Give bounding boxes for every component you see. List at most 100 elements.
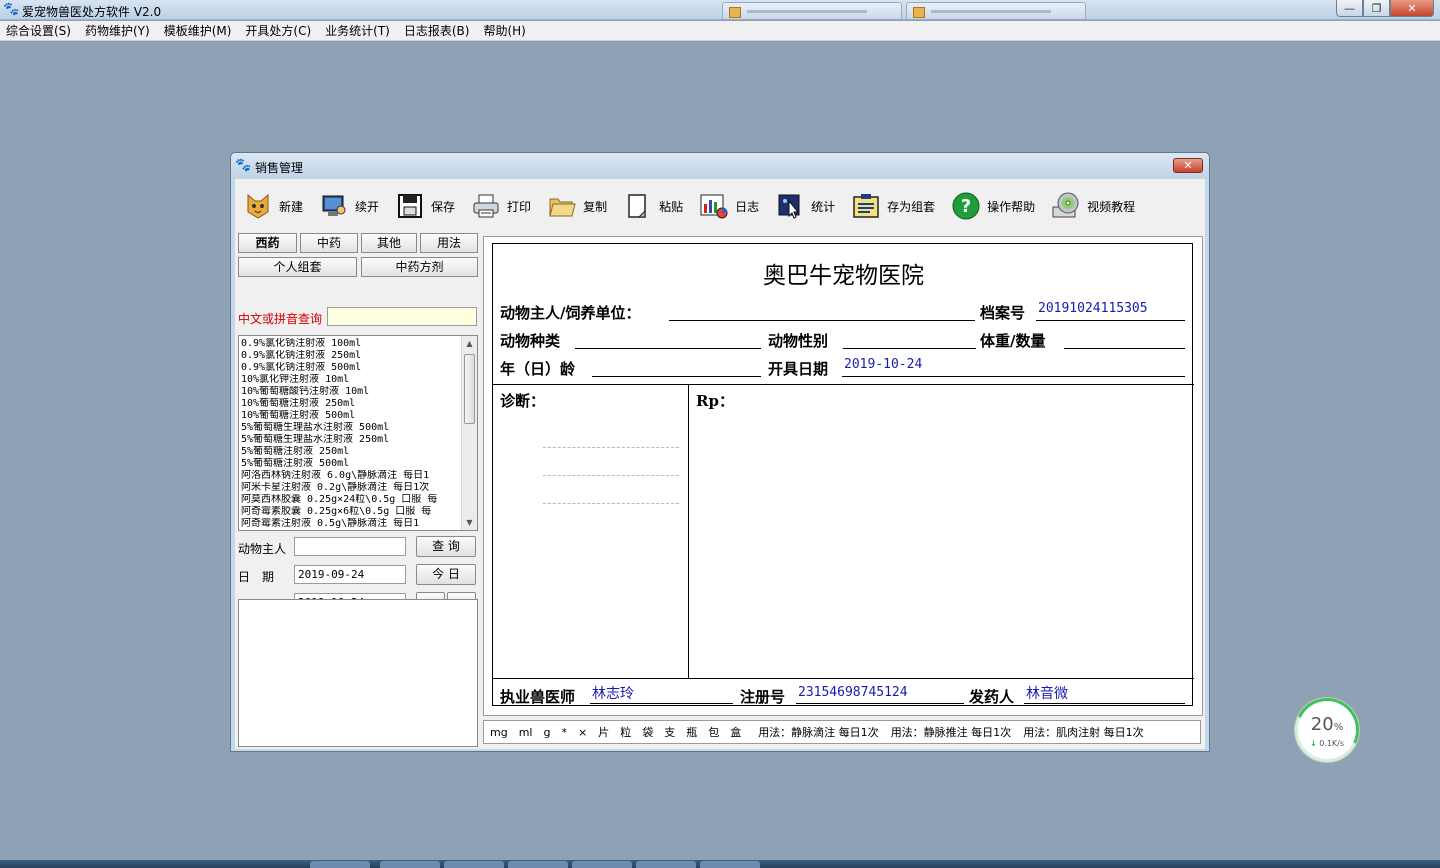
- drug-list-item[interactable]: 10%葡萄糖注射液 500ml: [241, 410, 461, 422]
- taskbar-item[interactable]: [572, 861, 632, 868]
- help-question-icon: ?: [951, 191, 981, 221]
- scroll-thumb[interactable]: [464, 354, 475, 424]
- close-button[interactable]: ✕: [1390, 0, 1434, 17]
- unit-mg[interactable]: mg: [490, 726, 508, 739]
- registration-value[interactable]: 23154698745124: [798, 685, 908, 700]
- menu-statistics[interactable]: 业务统计(T): [325, 22, 390, 39]
- drug-list-item[interactable]: 阿洛西林钠注射液 6.0g\静脉滴注 每日1: [241, 470, 461, 482]
- unit-vial[interactable]: 支: [664, 724, 675, 740]
- dialog-close-button[interactable]: ✕: [1173, 158, 1203, 173]
- network-monitor-widget[interactable]: 20% ↓ 0.1K/s: [1285, 688, 1369, 772]
- drug-list-item[interactable]: 阿莫西林胶囊 0.25g×24粒\0.5g 口服 每: [241, 494, 461, 506]
- registration-line: [796, 703, 964, 704]
- unit-bottle[interactable]: 瓶: [686, 724, 697, 740]
- statistics-button[interactable]: 统计: [775, 187, 835, 225]
- background-window-tab[interactable]: [906, 2, 1086, 20]
- menu-settings[interactable]: 综合设置(S): [6, 22, 71, 39]
- log-button[interactable]: 日志: [699, 187, 759, 225]
- unit-bag[interactable]: 袋: [642, 724, 653, 740]
- taskbar-item[interactable]: [444, 861, 504, 868]
- unit-capsule[interactable]: 粒: [620, 724, 631, 740]
- continue-button[interactable]: 续开: [319, 187, 379, 225]
- query-button[interactable]: 查 询: [416, 536, 476, 557]
- taskbar-item[interactable]: [310, 861, 370, 868]
- usage-iv-push[interactable]: 用法：静脉推注 每日1次: [891, 724, 1012, 740]
- menu-prescribe[interactable]: 开具处方(C): [245, 22, 311, 39]
- species-line[interactable]: [575, 348, 761, 349]
- taskbar-item[interactable]: [380, 861, 440, 868]
- drug-list-item[interactable]: 5%葡萄糖注射液 500ml: [241, 458, 461, 470]
- copy-button[interactable]: 复制: [547, 187, 607, 225]
- unit-pack[interactable]: 包: [708, 724, 719, 740]
- usage-intramuscular[interactable]: 用法：肌肉注射 每日1次: [1023, 724, 1144, 740]
- menu-log-report[interactable]: 日志报表(B): [404, 22, 470, 39]
- save-button[interactable]: 保存: [395, 187, 455, 225]
- tab-usage[interactable]: 用法: [420, 233, 478, 253]
- drug-list-item[interactable]: 10%氯化钾注射液 10ml: [241, 374, 461, 386]
- owner-input[interactable]: [294, 537, 406, 556]
- unit-tablet[interactable]: 片: [598, 724, 609, 740]
- tab-chinese-medicine[interactable]: 中药: [300, 233, 358, 253]
- taskbar-item[interactable]: [636, 861, 696, 868]
- file-number-value[interactable]: 20191024115305: [1038, 301, 1148, 316]
- tab-western-medicine[interactable]: 西药: [238, 233, 297, 253]
- drug-list-item[interactable]: 0.9%氯化钠注射液 250ml: [241, 350, 461, 362]
- unit-g[interactable]: g: [543, 726, 550, 739]
- drug-list-item[interactable]: 10%葡萄糖注射液 250ml: [241, 398, 461, 410]
- drug-list-item[interactable]: 阿奇霉素注射液 0.5g\静脉滴注 每日1: [241, 518, 461, 530]
- drug-list-item[interactable]: 0.9%氯化钠注射液 500ml: [241, 362, 461, 374]
- tab-other[interactable]: 其他: [361, 233, 417, 253]
- sales-management-dialog: 🐾 销售管理 ✕ 新建 续开 保存 打印 复制 粘贴 日志 统计 存为组套 ? …: [230, 152, 1210, 752]
- search-input[interactable]: [327, 307, 477, 326]
- dispenser-label: 发药人: [969, 688, 1015, 706]
- results-list[interactable]: [238, 599, 478, 747]
- paste-button[interactable]: 粘贴: [623, 187, 683, 225]
- vet-value[interactable]: 林志玲: [592, 683, 634, 703]
- menu-help[interactable]: 帮助(H): [483, 22, 525, 39]
- age-line[interactable]: [592, 376, 761, 377]
- menu-template-maintenance[interactable]: 模板维护(M): [164, 22, 232, 39]
- unit-ml[interactable]: ml: [519, 726, 533, 739]
- minimize-button[interactable]: —: [1336, 0, 1363, 17]
- print-button[interactable]: 打印: [471, 187, 531, 225]
- issue-date-value[interactable]: 2019-10-24: [844, 357, 922, 372]
- unit-box[interactable]: 盒: [730, 724, 741, 740]
- drug-list-item[interactable]: 阿米卡星注射液 0.2g\静脉滴注 每日1次: [241, 482, 461, 494]
- scroll-up-icon[interactable]: ▲: [462, 336, 477, 351]
- today-button[interactable]: 今 日: [416, 564, 476, 585]
- diagnosis-line[interactable]: [543, 503, 679, 504]
- new-button[interactable]: 新建: [243, 187, 303, 225]
- usage-iv-drip[interactable]: 用法：静脉滴注 每日1次: [758, 724, 879, 740]
- chinese-formula-button[interactable]: 中药方剂: [361, 257, 478, 277]
- dispenser-value[interactable]: 林音微: [1026, 683, 1068, 703]
- unit-times[interactable]: ×: [578, 726, 587, 739]
- weight-line[interactable]: [1064, 348, 1185, 349]
- drug-list-scrollbar[interactable]: ▲ ▼: [461, 336, 477, 530]
- taskbar-item[interactable]: [700, 861, 760, 868]
- date-from-input[interactable]: 2019-09-24: [294, 565, 406, 584]
- diagnosis-line[interactable]: [543, 447, 679, 448]
- operation-help-button[interactable]: ? 操作帮助: [951, 187, 1035, 225]
- drug-list-item[interactable]: 5%葡萄糖注射液 250ml: [241, 446, 461, 458]
- save-as-group-button[interactable]: 存为组套: [851, 187, 935, 225]
- video-tutorial-button[interactable]: 视频教程: [1051, 187, 1135, 225]
- drug-list-item[interactable]: 5%葡萄糖生理盐水注射液 500ml: [241, 422, 461, 434]
- menu-drug-maintenance[interactable]: 药物维护(Y): [85, 22, 150, 39]
- drug-list-item[interactable]: 5%葡萄糖生理盐水注射液 250ml: [241, 434, 461, 446]
- diagnosis-line[interactable]: [543, 475, 679, 476]
- owner-unit-line[interactable]: [669, 320, 975, 321]
- drug-list-item[interactable]: 0.9%氯化钠注射液 100ml: [241, 338, 461, 350]
- maximize-button[interactable]: ❐: [1363, 0, 1390, 17]
- background-window-tab[interactable]: [722, 2, 902, 20]
- computer-user-icon: [319, 191, 349, 221]
- personal-group-button[interactable]: 个人组套: [238, 257, 357, 277]
- drug-list-item[interactable]: 10%葡萄糖酸钙注射液 10ml: [241, 386, 461, 398]
- dialog-titlebar[interactable]: 🐾 销售管理 ✕: [231, 153, 1209, 179]
- scroll-down-icon[interactable]: ▼: [462, 515, 477, 530]
- network-percent: 20%: [1298, 714, 1356, 735]
- unit-star[interactable]: *: [561, 726, 567, 739]
- sex-line[interactable]: [843, 348, 976, 349]
- taskbar-item[interactable]: [508, 861, 568, 868]
- drug-list[interactable]: 0.9%氯化钠注射液 100ml 0.9%氯化钠注射液 250ml 0.9%氯化钠注…: [238, 335, 478, 531]
- drug-list-item[interactable]: 阿奇霉素胶囊 0.25g×6粒\0.5g 口服 每: [241, 506, 461, 518]
